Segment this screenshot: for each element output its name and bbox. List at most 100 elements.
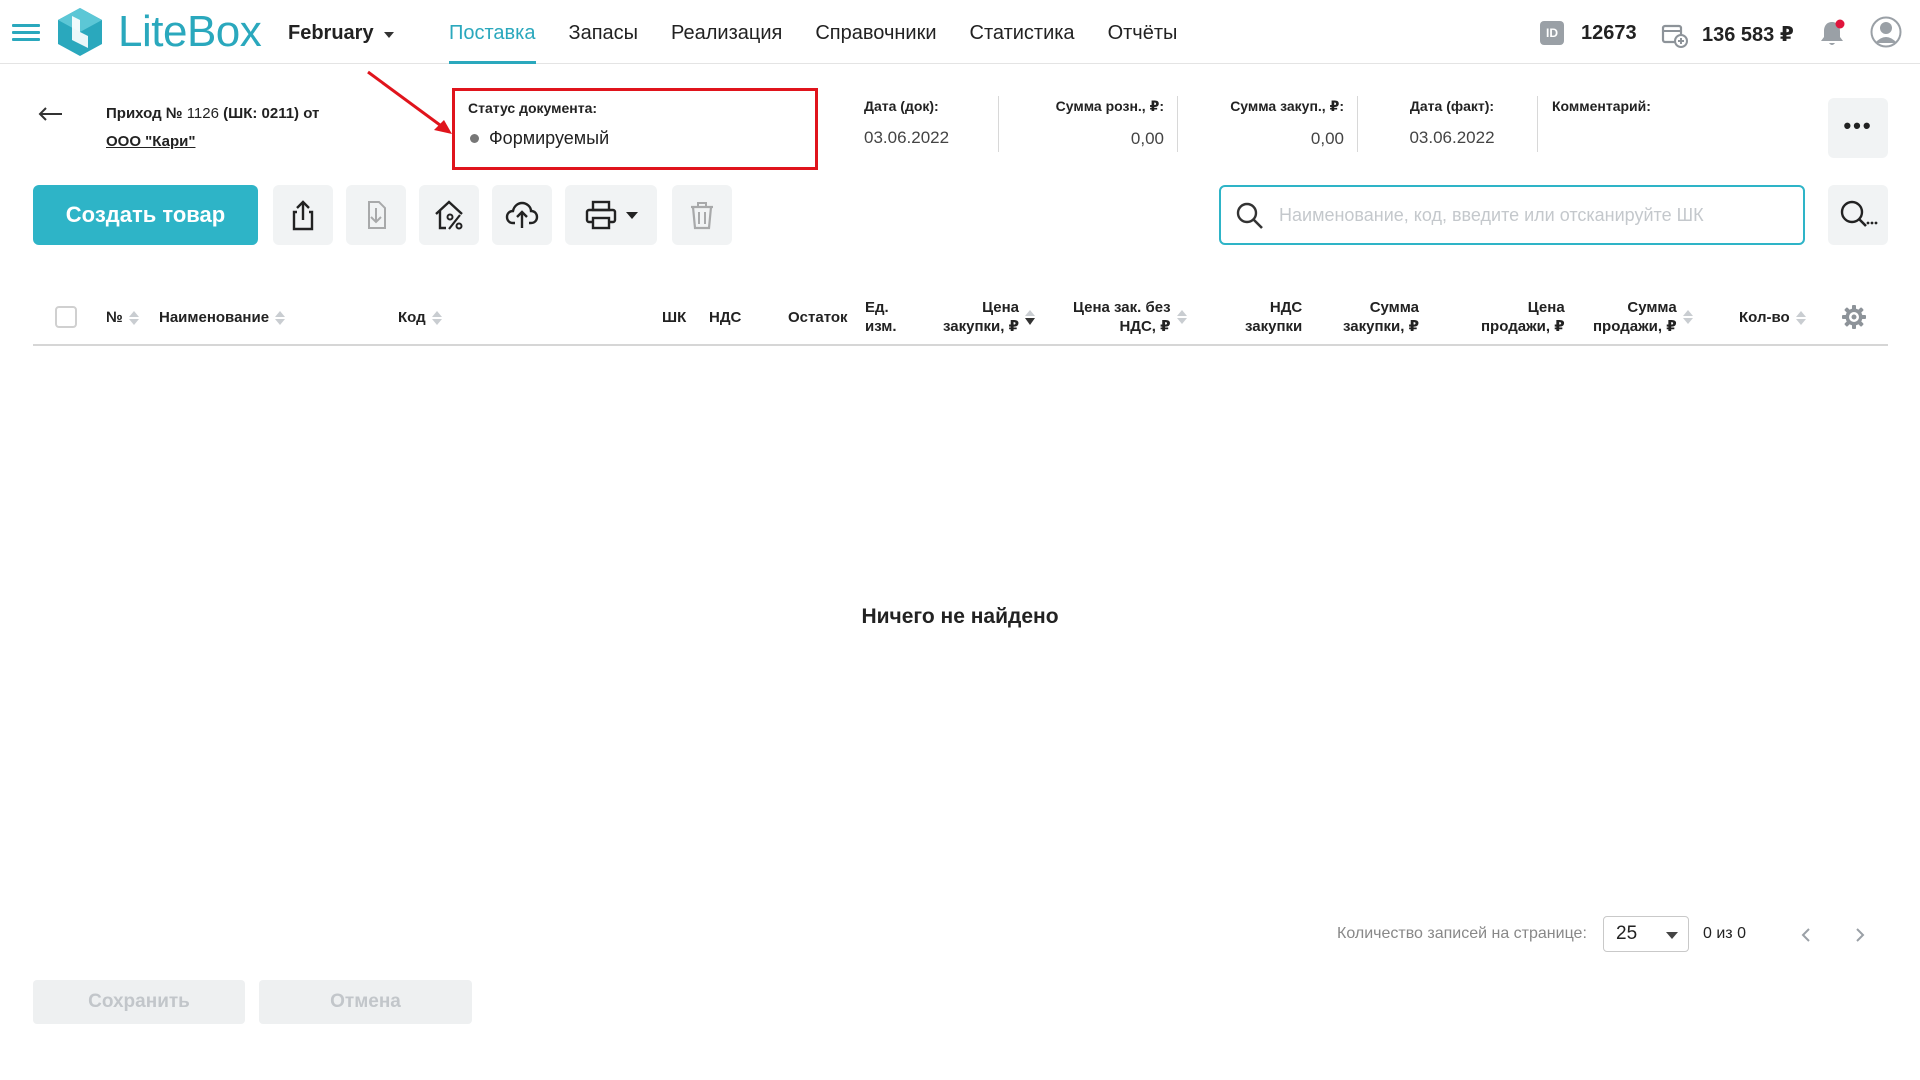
column-header-purchase-price-no-vat[interactable]: Цена зак. без НДС, ₽ <box>1073 298 1187 336</box>
column-label: Код <box>398 309 426 326</box>
more-options-button[interactable]: ••• <box>1828 98 1888 158</box>
sum-retail-label: Сумма розн., ₽: <box>1055 98 1164 114</box>
org-selector[interactable]: February <box>288 22 394 45</box>
litebox-logo-icon[interactable] <box>54 6 106 58</box>
divider <box>1177 96 1178 152</box>
account-id: 12673 <box>1581 22 1637 44</box>
nav-item-delivery[interactable]: Поставка <box>449 0 536 64</box>
sum-purchase-value: 0,00 <box>1310 129 1344 148</box>
sum-purchase-field: Сумма закуп., ₽: 0,00 <box>1190 98 1344 154</box>
column-label: Цена <box>1527 299 1565 316</box>
main-nav: Поставка Запасы Реализация Справочники С… <box>449 0 1210 64</box>
gear-icon[interactable] <box>1841 304 1867 330</box>
column-label: Сумма <box>1627 299 1677 316</box>
create-product-button[interactable]: Создать товар <box>33 185 258 245</box>
status-label: Статус документа: <box>468 100 598 116</box>
comment-field[interactable]: Комментарий: <box>1552 98 1752 154</box>
search-input[interactable] <box>1279 197 1789 233</box>
column-header-quantity[interactable]: Кол-во <box>1739 308 1806 327</box>
supplier-link[interactable]: ООО "Кари" <box>106 128 319 156</box>
comment-label: Комментарий: <box>1552 98 1651 114</box>
import-icon <box>368 201 386 229</box>
save-button[interactable]: Сохранить <box>33 980 245 1024</box>
date-doc-value: 03.06.2022 <box>864 128 950 147</box>
date-doc-field[interactable]: Дата (док): 03.06.2022 <box>864 98 988 154</box>
column-header-purchase-price[interactable]: Цена закупки, ₽ <box>943 298 1036 336</box>
divider <box>1357 96 1358 152</box>
column-header-name[interactable]: Наименование <box>159 308 286 327</box>
doc-title-prefix: Приход № <box>106 105 187 122</box>
advanced-search-button[interactable] <box>1828 185 1888 245</box>
print-button[interactable] <box>565 185 657 245</box>
price-markup-button[interactable] <box>419 185 479 245</box>
chevron-down-icon <box>383 31 394 38</box>
column-header-barcode[interactable]: ШК <box>662 308 686 327</box>
printer-icon <box>585 200 617 230</box>
column-label: НДС, ₽ <box>1119 318 1171 335</box>
select-all-checkbox[interactable] <box>55 306 77 328</box>
product-search-box[interactable] <box>1219 185 1805 245</box>
column-header-stock[interactable]: Остаток <box>788 308 848 327</box>
menu-icon[interactable] <box>12 24 40 42</box>
wallet-add-icon[interactable] <box>1660 20 1688 48</box>
chevron-down-icon <box>626 211 638 219</box>
sort-icon <box>275 310 286 325</box>
date-fact-value: 03.06.2022 <box>1409 128 1495 147</box>
column-label: № <box>106 309 123 326</box>
date-fact-label: Дата (факт): <box>1409 98 1495 114</box>
nav-item-sales[interactable]: Реализация <box>671 0 782 64</box>
account-balance[interactable]: 136 583 ₽ <box>1702 22 1794 47</box>
nav-item-reports[interactable]: Отчёты <box>1108 0 1178 64</box>
divider <box>1537 96 1538 152</box>
delete-button[interactable] <box>672 185 732 245</box>
sum-purchase-label: Сумма закуп., ₽: <box>1230 98 1344 114</box>
import-button[interactable] <box>346 185 406 245</box>
sum-retail-value: 0,00 <box>1130 129 1164 148</box>
advanced-search-icon <box>1840 200 1878 227</box>
date-fact-field[interactable]: Дата (факт): 03.06.2022 <box>1380 98 1524 154</box>
annotation-arrow <box>367 70 452 134</box>
cloud-upload-icon <box>505 201 539 228</box>
column-header-purchase-vat[interactable]: НДС закупки <box>1245 298 1302 336</box>
nav-item-references[interactable]: Справочники <box>815 0 936 64</box>
doc-number: 1126 <box>186 105 219 122</box>
column-label: Ед. <box>865 299 889 316</box>
cancel-button[interactable]: Отмена <box>259 980 472 1024</box>
column-label: Наименование <box>159 309 270 326</box>
column-header-vat[interactable]: НДС <box>709 308 741 327</box>
column-header-unit[interactable]: Ед. изм. <box>865 298 897 336</box>
back-arrow-icon[interactable] <box>36 104 64 124</box>
per-page-select[interactable]: 25 <box>1603 916 1689 952</box>
user-avatar-icon[interactable] <box>1870 16 1902 48</box>
org-name: February <box>288 22 374 44</box>
search-icon <box>1236 202 1263 229</box>
doc-barcode: (ШК: 0211) от <box>218 105 320 122</box>
sort-desc-icon <box>1025 309 1036 325</box>
status-dot-icon <box>470 134 479 143</box>
sort-icon <box>431 310 442 325</box>
column-header-sale-sum[interactable]: Сумма продажи, ₽ <box>1593 298 1693 336</box>
column-header-sale-price[interactable]: Цена продажи, ₽ <box>1481 298 1565 336</box>
divider <box>998 96 999 152</box>
column-label: Остаток <box>788 309 848 326</box>
cloud-upload-button[interactable] <box>492 185 552 245</box>
sort-icon <box>1795 310 1806 325</box>
per-page-value: 25 <box>1616 923 1638 944</box>
nav-item-stock[interactable]: Запасы <box>569 0 639 64</box>
export-button[interactable] <box>273 185 333 245</box>
bell-icon[interactable] <box>1818 18 1846 48</box>
chevron-right-icon[interactable] <box>1848 922 1872 948</box>
column-header-purchase-sum[interactable]: Сумма закупки, ₽ <box>1343 298 1419 336</box>
table-header: № Наименование Код ШК НДС Остаток Ед. из… <box>33 290 1888 346</box>
sum-retail-field: Сумма розн., ₽: 0,00 <box>1010 98 1164 154</box>
status-text: Формируемый <box>489 128 610 148</box>
column-header-number[interactable]: № <box>106 308 139 327</box>
chevron-left-icon[interactable] <box>1794 922 1818 948</box>
column-header-code[interactable]: Код <box>398 308 442 327</box>
status-value[interactable]: Формируемый <box>470 128 609 149</box>
nav-item-statistics[interactable]: Статистика <box>970 0 1075 64</box>
column-label: Сумма <box>1369 299 1420 316</box>
sort-icon <box>128 310 139 325</box>
logo-text[interactable]: LiteBox <box>118 6 262 58</box>
column-label: Цена <box>982 299 1020 316</box>
